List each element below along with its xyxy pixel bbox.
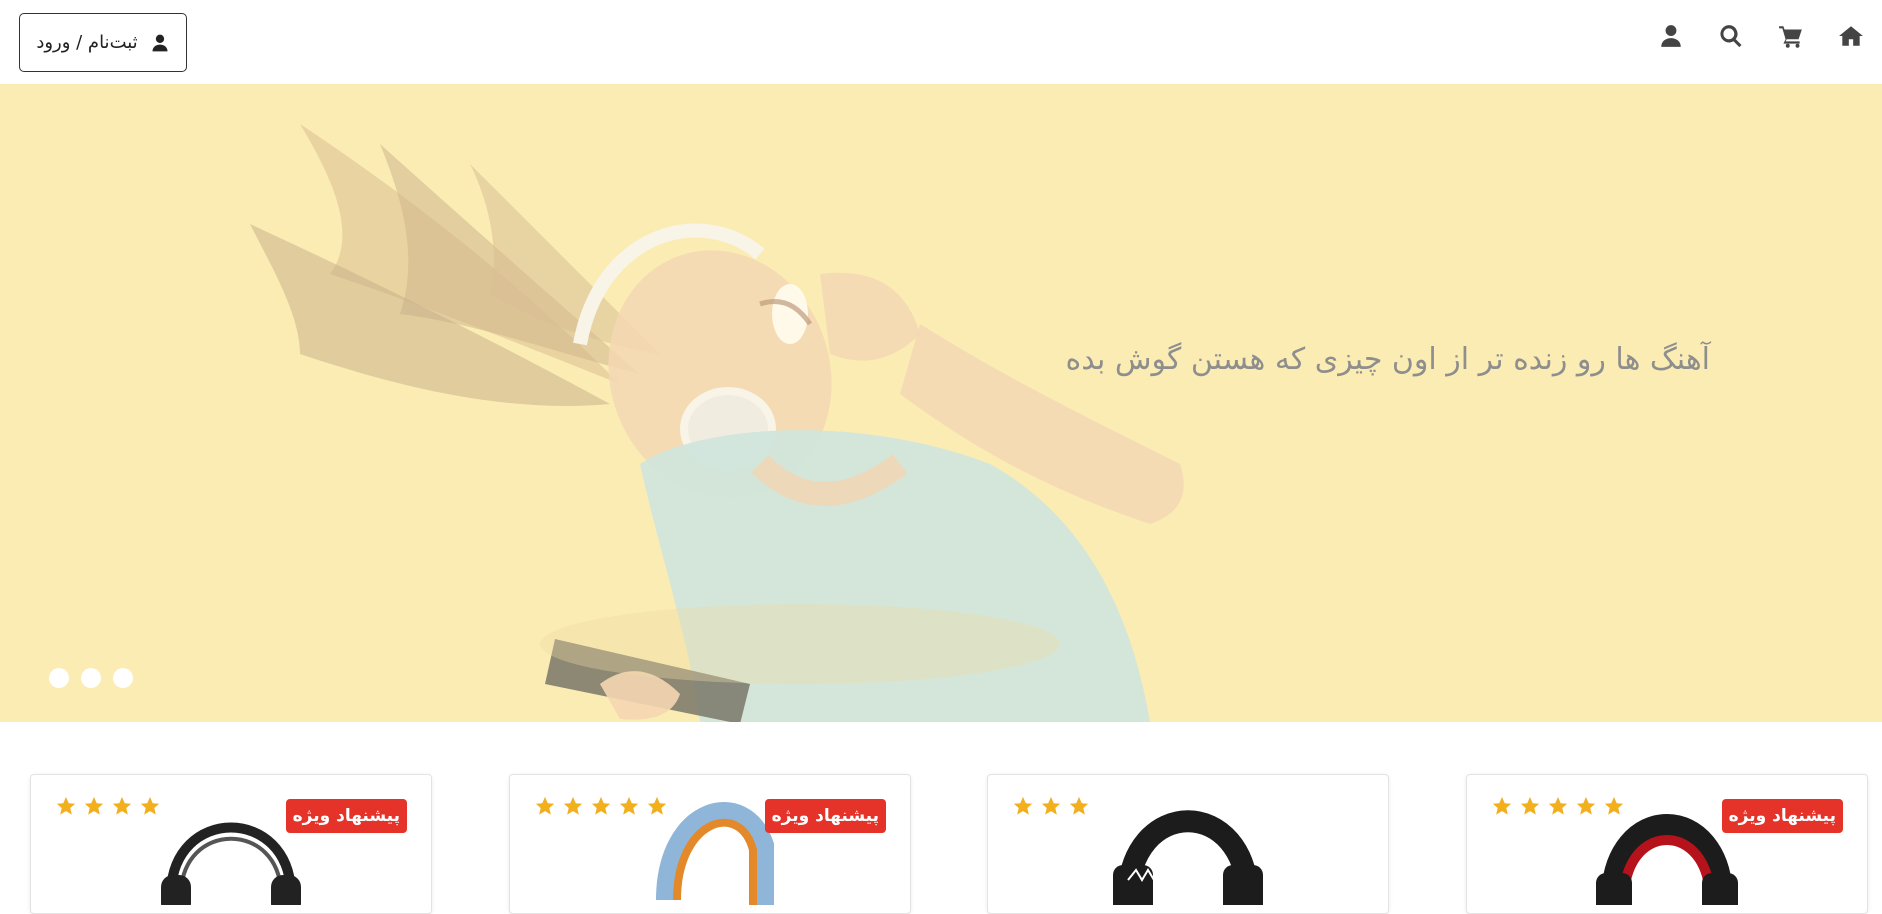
star-icon — [1492, 796, 1512, 815]
product-card[interactable]: پیشنهاد ویژه — [30, 774, 432, 914]
hero-overlay — [0, 84, 1882, 722]
star-icon — [591, 796, 611, 815]
star-icon — [1041, 796, 1061, 815]
top-navbar: ثبت‌نام / ورود — [0, 0, 1882, 84]
star-icon — [535, 796, 555, 815]
star-icon — [84, 796, 104, 815]
user-icon — [152, 34, 168, 51]
products-section: پیشنهاد ویژه پیشنهاد ویژه پیشنهاد ویژه — [0, 722, 1882, 914]
star-icon — [1548, 796, 1568, 815]
hero-slider: آهنگ ها رو زنده تر از اون چیزی که هستن گ… — [0, 84, 1882, 722]
star-icon — [1013, 796, 1033, 815]
product-card[interactable]: پیشنهاد ویژه — [509, 774, 911, 914]
home-icon[interactable] — [1834, 20, 1868, 52]
cart-icon[interactable] — [1774, 20, 1808, 52]
slider-dot[interactable] — [81, 668, 101, 688]
rating-stars — [1012, 795, 1090, 817]
slider-dot[interactable] — [49, 668, 69, 688]
nav-icon-group — [1654, 20, 1868, 52]
slider-dots — [49, 668, 133, 688]
product-card[interactable]: پیشنهاد ویژه — [1466, 774, 1868, 914]
headphone-thumbnail — [1113, 810, 1263, 905]
special-offer-badge: پیشنهاد ویژه — [764, 799, 886, 833]
product-card[interactable] — [987, 774, 1389, 914]
login-register-label: ثبت‌نام / ورود — [36, 32, 138, 53]
search-icon[interactable] — [1714, 20, 1748, 52]
star-icon — [1520, 796, 1540, 815]
star-icon — [112, 796, 132, 815]
special-offer-badge: پیشنهاد ویژه — [1721, 799, 1843, 833]
login-register-button[interactable]: ثبت‌نام / ورود — [19, 13, 187, 72]
user-icon[interactable] — [1654, 20, 1688, 52]
star-icon — [563, 796, 583, 815]
hero-headline: آهنگ ها رو زنده تر از اون چیزی که هستن گ… — [1065, 342, 1710, 377]
star-icon — [1069, 796, 1089, 815]
star-icon — [56, 796, 76, 815]
special-offer-badge: پیشنهاد ویژه — [285, 799, 407, 833]
slider-dot[interactable] — [113, 668, 133, 688]
